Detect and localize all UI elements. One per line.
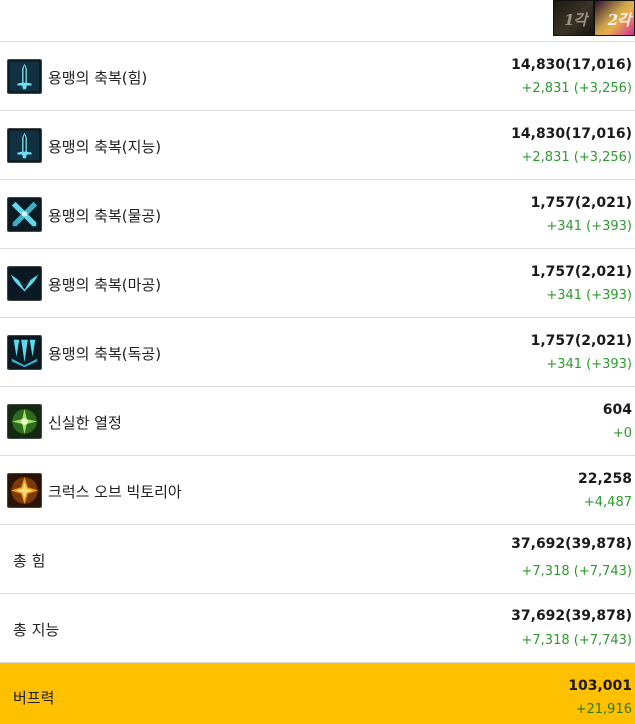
row-increase: +341 (+393) [546,288,632,303]
gold-cross-icon [7,473,42,508]
buff-row-phys-atk: 용맹의 축복(물공) 1,757(2,021) +341 (+393) [0,180,635,249]
awakening-tabs: 1각 2각 [553,0,635,36]
row-name: 신실한 열정 [48,414,122,432]
row-name: 용맹의 축복(물공) [48,207,162,225]
row-value: 1,757(2,021) [530,195,632,211]
tab-label: 2각 [607,11,631,29]
buff-row-indep-atk: 용맹의 축복(독공) 1,757(2,021) +341 (+393) [0,318,635,387]
row-name: 용맹의 축복(독공) [48,345,162,363]
row-value: 37,692(39,878) [511,608,632,624]
top-bar: 1각 2각 [0,0,635,42]
row-value: 1,757(2,021) [530,333,632,349]
wings-icon [7,266,42,301]
row-increase: +2,831 (+3,256) [521,81,633,96]
tab-label: 1각 [564,11,587,29]
row-increase: +4,487 [583,495,632,510]
buff-row-int: 용맹의 축복(지능) 14,830(17,016) +2,831 (+3,256… [0,111,635,180]
row-increase: +7,318 (+7,743) [521,564,633,579]
row-value: 14,830(17,016) [511,126,632,142]
row-value: 37,692(39,878) [511,536,632,552]
buff-power-label: 버프력 [13,689,55,707]
tab-awakening-1[interactable]: 1각 [553,0,594,36]
row-name: 크럭스 오브 빅토리아 [48,483,182,501]
buff-row-mag-atk: 용맹의 축복(마공) 1,757(2,021) +341 (+393) [0,249,635,318]
buff-power-row: 버프력 103,001 +21,916 [0,663,635,724]
row-increase: +0 [612,426,632,441]
sword-icon [7,59,42,94]
green-emblem-icon [7,404,42,439]
total-str-row: 총 힘 37,692(39,878) +7,318 (+7,743) [0,525,635,594]
row-increase: +7,318 (+7,743) [521,633,633,648]
spikes-icon [7,335,42,370]
total-int-row: 총 지능 37,692(39,878) +7,318 (+7,743) [0,594,635,663]
row-name: 총 힘 [13,552,46,570]
row-increase: +341 (+393) [546,357,632,372]
row-increase: +2,831 (+3,256) [521,150,633,165]
crossed-swords-icon [7,197,42,232]
row-value: 14,830(17,016) [511,57,632,73]
buff-row-crux: 크럭스 오브 빅토리아 22,258 +4,487 [0,456,635,525]
row-increase: +341 (+393) [546,219,632,234]
row-value: 1,757(2,021) [530,264,632,280]
row-value: 604 [602,402,632,418]
buff-power-increase: +21,916 [575,702,632,717]
buff-row-devotion: 신실한 열정 604 +0 [0,387,635,456]
buff-power-value: 103,001 [568,678,632,694]
sword-icon [7,128,42,163]
row-name: 용맹의 축복(지능) [48,138,162,156]
row-name: 용맹의 축복(마공) [48,276,162,294]
row-name: 총 지능 [13,621,60,639]
tab-awakening-2[interactable]: 2각 [594,0,635,36]
buff-row-str: 용맹의 축복(힘) 14,830(17,016) +2,831 (+3,256) [0,42,635,111]
row-name: 용맹의 축복(힘) [48,69,148,87]
row-value: 22,258 [577,471,632,487]
